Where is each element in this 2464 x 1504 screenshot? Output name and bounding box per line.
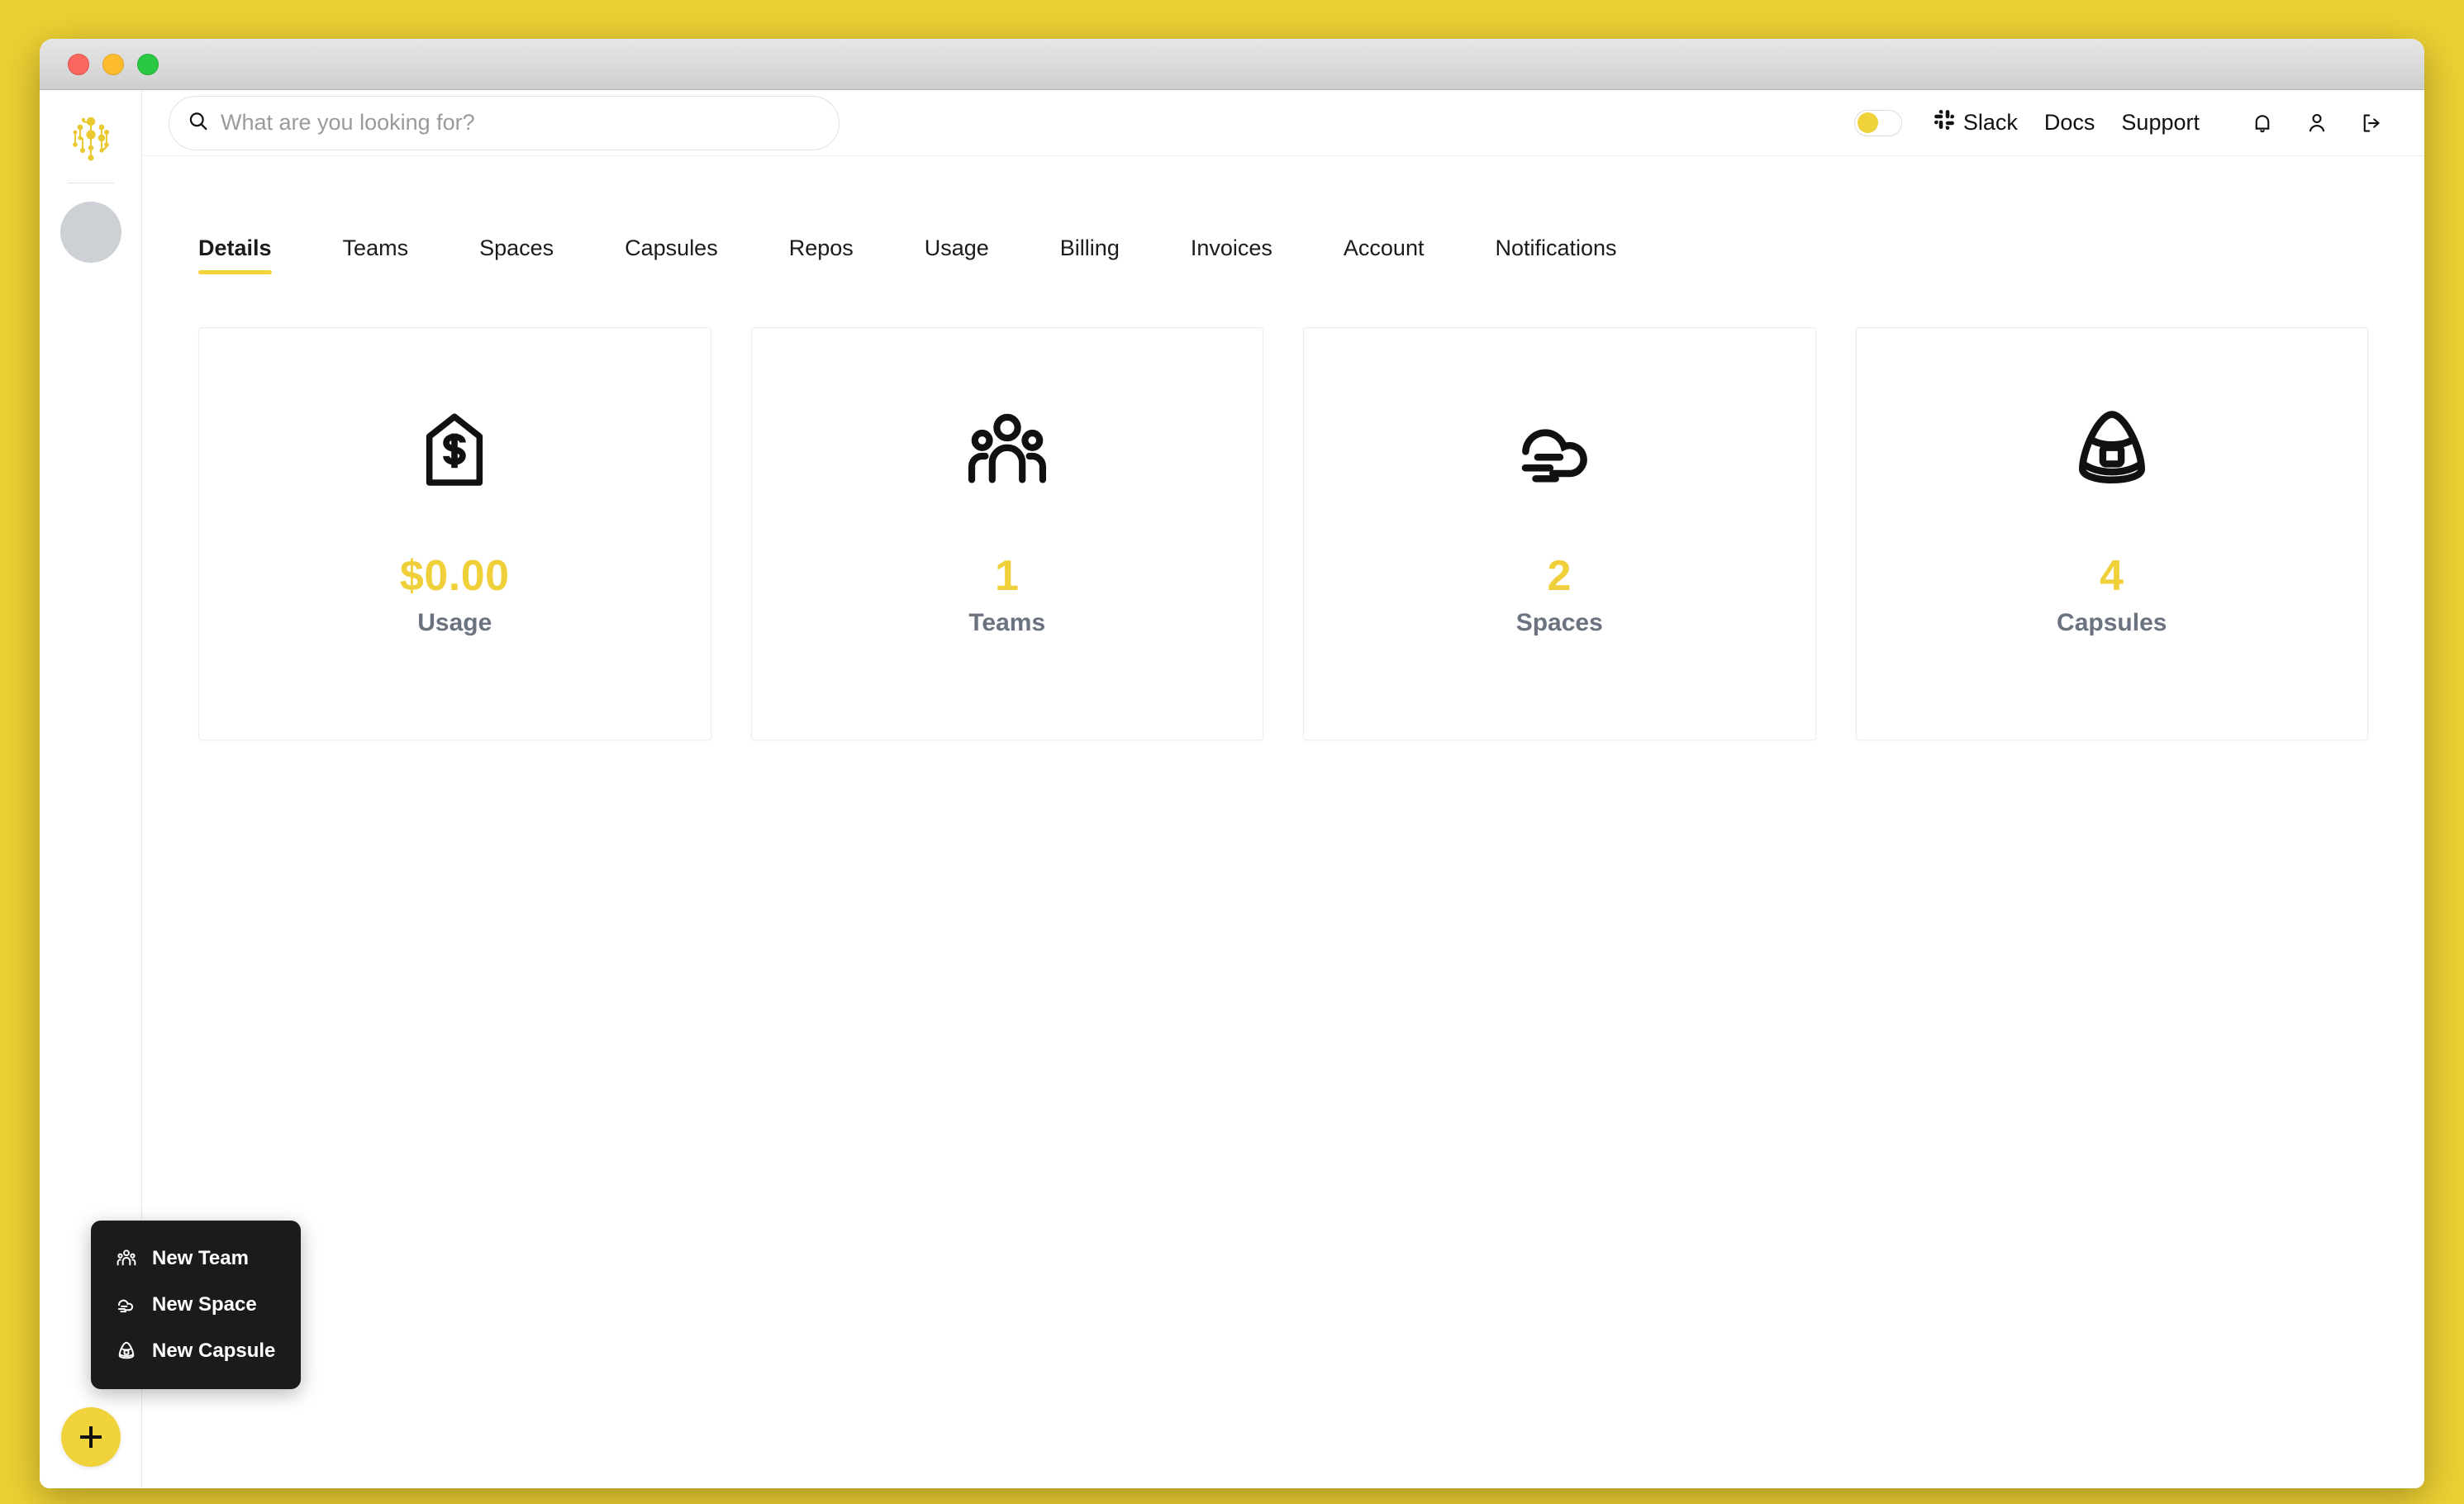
- tab-teams[interactable]: Teams: [343, 236, 409, 274]
- cloud-wind-icon: [1511, 393, 1607, 508]
- browser-window: New Team New Space New Capsule What are …: [40, 39, 2424, 1488]
- user-icon[interactable]: [2299, 105, 2335, 141]
- tab-notifications[interactable]: Notifications: [1495, 236, 1616, 274]
- stat-label: Teams: [968, 609, 1046, 636]
- menu-item-label: New Team: [152, 1247, 249, 1269]
- stat-card-usage[interactable]: $0.00 Usage: [198, 327, 711, 740]
- docs-link[interactable]: Docs: [2044, 110, 2095, 136]
- stat-card-teams[interactable]: 1 Teams: [750, 327, 1263, 740]
- tab-capsules[interactable]: Capsules: [625, 236, 718, 274]
- traffic-lights: [68, 53, 159, 75]
- space-capsule-icon: [114, 1339, 139, 1364]
- slack-label: Slack: [1962, 110, 2018, 135]
- tab-billing[interactable]: Billing: [1060, 236, 1120, 274]
- stat-label: Capsules: [2057, 609, 2167, 636]
- search-container: [169, 95, 840, 150]
- create-context-menu: New Team New Space New Capsule: [91, 1221, 301, 1389]
- tab-spaces[interactable]: Spaces: [479, 236, 554, 274]
- network-nodes-logo[interactable]: [65, 113, 117, 164]
- tab-details[interactable]: Details: [198, 236, 272, 274]
- price-tag-dollar-icon: [411, 393, 497, 508]
- plus-icon: [80, 1426, 102, 1448]
- tab-account[interactable]: Account: [1344, 236, 1425, 274]
- create-new-button[interactable]: [61, 1407, 121, 1467]
- logout-icon[interactable]: [2353, 105, 2390, 141]
- stat-card-spaces[interactable]: 2 Spaces: [1303, 327, 1816, 740]
- window-titlebar: [40, 39, 2424, 90]
- minimize-window-button[interactable]: [102, 53, 124, 75]
- tab-invoices[interactable]: Invoices: [1191, 236, 1272, 274]
- space-capsule-icon: [2064, 393, 2160, 508]
- top-navigation-bar: Slack Docs Support: [142, 90, 2424, 156]
- slack-link[interactable]: Slack: [1934, 109, 2018, 136]
- stat-value: 4: [2100, 552, 2124, 600]
- stat-value: 2: [1547, 552, 1572, 600]
- stat-label: Spaces: [1515, 609, 1603, 636]
- close-window-button[interactable]: [68, 53, 89, 75]
- stat-value: 1: [995, 552, 1020, 600]
- stat-card-capsules[interactable]: 4 Capsules: [1855, 327, 2368, 740]
- tab-bar: Details Teams Spaces Capsules Repos Usag…: [198, 236, 2368, 274]
- stat-label: Usage: [417, 609, 492, 636]
- cloud-wind-icon: [114, 1292, 139, 1317]
- docs-label: Docs: [2043, 110, 2095, 135]
- bell-icon[interactable]: [2244, 105, 2281, 141]
- stat-card-grid: $0.00 Usage 1 Teams 2 Spaces 4 Capsules: [198, 327, 2368, 740]
- menu-item-new-team[interactable]: New Team: [91, 1235, 301, 1282]
- user-avatar[interactable]: [59, 202, 121, 263]
- stat-value: $0.00: [399, 552, 510, 600]
- support-link[interactable]: Support: [2121, 110, 2200, 136]
- search-input[interactable]: [169, 95, 840, 150]
- people-group-icon: [961, 393, 1054, 508]
- menu-item-new-capsule[interactable]: New Capsule: [91, 1328, 301, 1374]
- menu-item-label: New Space: [152, 1293, 257, 1316]
- main-column: Slack Docs Support: [142, 90, 2424, 1488]
- menu-item-label: New Capsule: [152, 1340, 276, 1362]
- left-sidebar: New Team New Space New Capsule: [40, 90, 301, 1488]
- page-content: Details Teams Spaces Capsules Repos Usag…: [142, 156, 2424, 1488]
- support-label: Support: [2121, 110, 2200, 135]
- tab-repos[interactable]: Repos: [789, 236, 854, 274]
- app-viewport: New Team New Space New Capsule What are …: [40, 90, 2424, 1488]
- theme-toggle[interactable]: [1853, 109, 1902, 136]
- menu-item-new-space[interactable]: New Space: [91, 1282, 301, 1328]
- zoom-window-button[interactable]: [137, 53, 159, 75]
- slack-icon: [1934, 109, 1955, 136]
- tab-usage[interactable]: Usage: [925, 236, 989, 274]
- people-group-icon: [114, 1246, 139, 1271]
- toggle-knob: [1857, 112, 1878, 133]
- top-right-actions: Slack Docs Support: [1853, 105, 2390, 141]
